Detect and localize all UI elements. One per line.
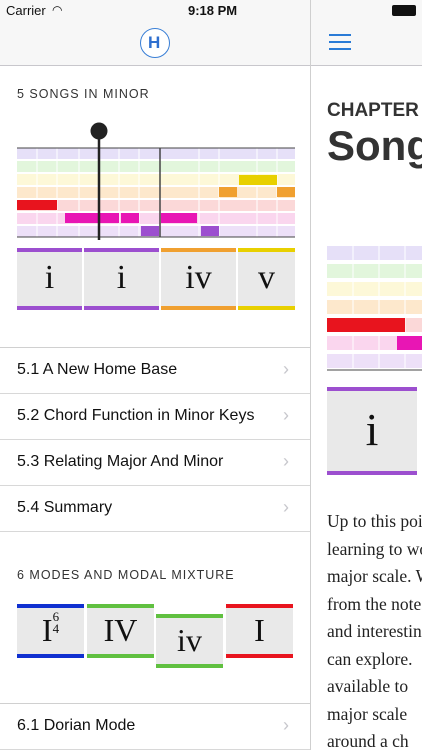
- chord-numeral: IV: [103, 612, 138, 648]
- chord-box-6-2: IV: [87, 604, 154, 658]
- logo-letter: H: [148, 33, 161, 52]
- toc-row-5-4[interactable]: 5.4 Summary ›: [0, 486, 310, 532]
- chord-box-3: iv: [161, 248, 236, 310]
- chord-box-1: i: [17, 248, 82, 310]
- chevron-right-icon: ›: [283, 497, 289, 517]
- chord-numeral: i: [116, 259, 127, 296]
- body-line: available to: [327, 676, 409, 696]
- status-bar: Carrier ◠ 9:18 PM: [0, 0, 422, 22]
- chord-inversion-sub: 4: [52, 621, 60, 636]
- chord-box-6-3: iv: [156, 614, 223, 668]
- hamburger-menu-icon[interactable]: [329, 34, 351, 50]
- section-6-header: 6 MODES AND MODAL MIXTURE: [17, 568, 235, 582]
- chevron-right-icon: ›: [283, 715, 289, 735]
- body-line: Up to this point we've been: [327, 511, 422, 531]
- toc-row-5-2[interactable]: 5.2 Chord Function in Minor Keys ›: [0, 394, 310, 440]
- chord-numeral: i: [365, 404, 379, 455]
- chord-numeral: i: [44, 259, 55, 296]
- toc-row-5-1[interactable]: 5.1 A New Home Base ›: [0, 348, 310, 394]
- chord-box-6-1: I64: [17, 604, 84, 658]
- section-5-header: 5 SONGS IN MINOR: [17, 87, 150, 101]
- chapter-label: CHAPTER 5: [327, 100, 422, 121]
- chord-numeral: iv: [185, 259, 212, 296]
- piano-roll-illustration[interactable]: [17, 120, 295, 240]
- chord-box-6-4: I: [226, 604, 293, 658]
- chord-numeral: I: [41, 612, 53, 648]
- toc-row-label: 5.2 Chord Function in Minor Keys: [17, 407, 255, 424]
- chord-numeral: v: [258, 259, 275, 296]
- chapter-content-pane: CHAPTER 5 Songs i Up to this point we've…: [310, 0, 422, 750]
- app-logo-icon[interactable]: H: [140, 28, 170, 58]
- toc-row-5-3[interactable]: 5.3 Relating Major And Minor ›: [0, 440, 310, 486]
- toc-row-label: 6.1 Dorian Mode: [17, 717, 136, 734]
- body-line: from the notes: [327, 593, 422, 614]
- chapter-piano-roll[interactable]: [327, 246, 422, 376]
- chevron-right-icon: ›: [283, 405, 289, 425]
- chapter-chord-box: i: [327, 387, 417, 475]
- body-line: learning to work with the: [327, 538, 422, 559]
- body-line: can explore.: [327, 648, 413, 669]
- toc-row-6-1[interactable]: 6.1 Dorian Mode ›: [0, 704, 310, 750]
- body-line: and interesting: [327, 621, 422, 641]
- carrier-label: Carrier: [6, 3, 46, 18]
- chord-box-2: i: [84, 248, 159, 310]
- chevron-right-icon: ›: [283, 359, 289, 379]
- toc-row-label: 5.4 Summary: [17, 499, 113, 516]
- body-line: around a ch: [327, 731, 409, 750]
- chevron-right-icon: ›: [283, 451, 289, 471]
- wifi-icon: ◠: [52, 3, 63, 17]
- table-of-contents-pane: H 5 SONGS IN MINOR i i iv v 5.1 A New Ho…: [0, 0, 310, 750]
- status-time: 9:18 PM: [188, 3, 238, 18]
- chord-numeral: I: [254, 612, 265, 648]
- chord-box-4: v: [238, 248, 295, 310]
- chord-numeral: iv: [177, 622, 202, 658]
- battery-icon: [392, 5, 416, 16]
- body-line: major scale. We'll now: [327, 566, 422, 586]
- toc-row-label: 5.1 A New Home Base: [17, 361, 178, 378]
- chapter-title: Songs: [327, 122, 422, 169]
- chapter-body-text: Up to this point we've been learning to …: [327, 508, 422, 750]
- playhead-handle-icon: [90, 122, 108, 140]
- toc-row-label: 5.3 Relating Major And Minor: [17, 453, 224, 470]
- body-line: major scale: [327, 703, 408, 724]
